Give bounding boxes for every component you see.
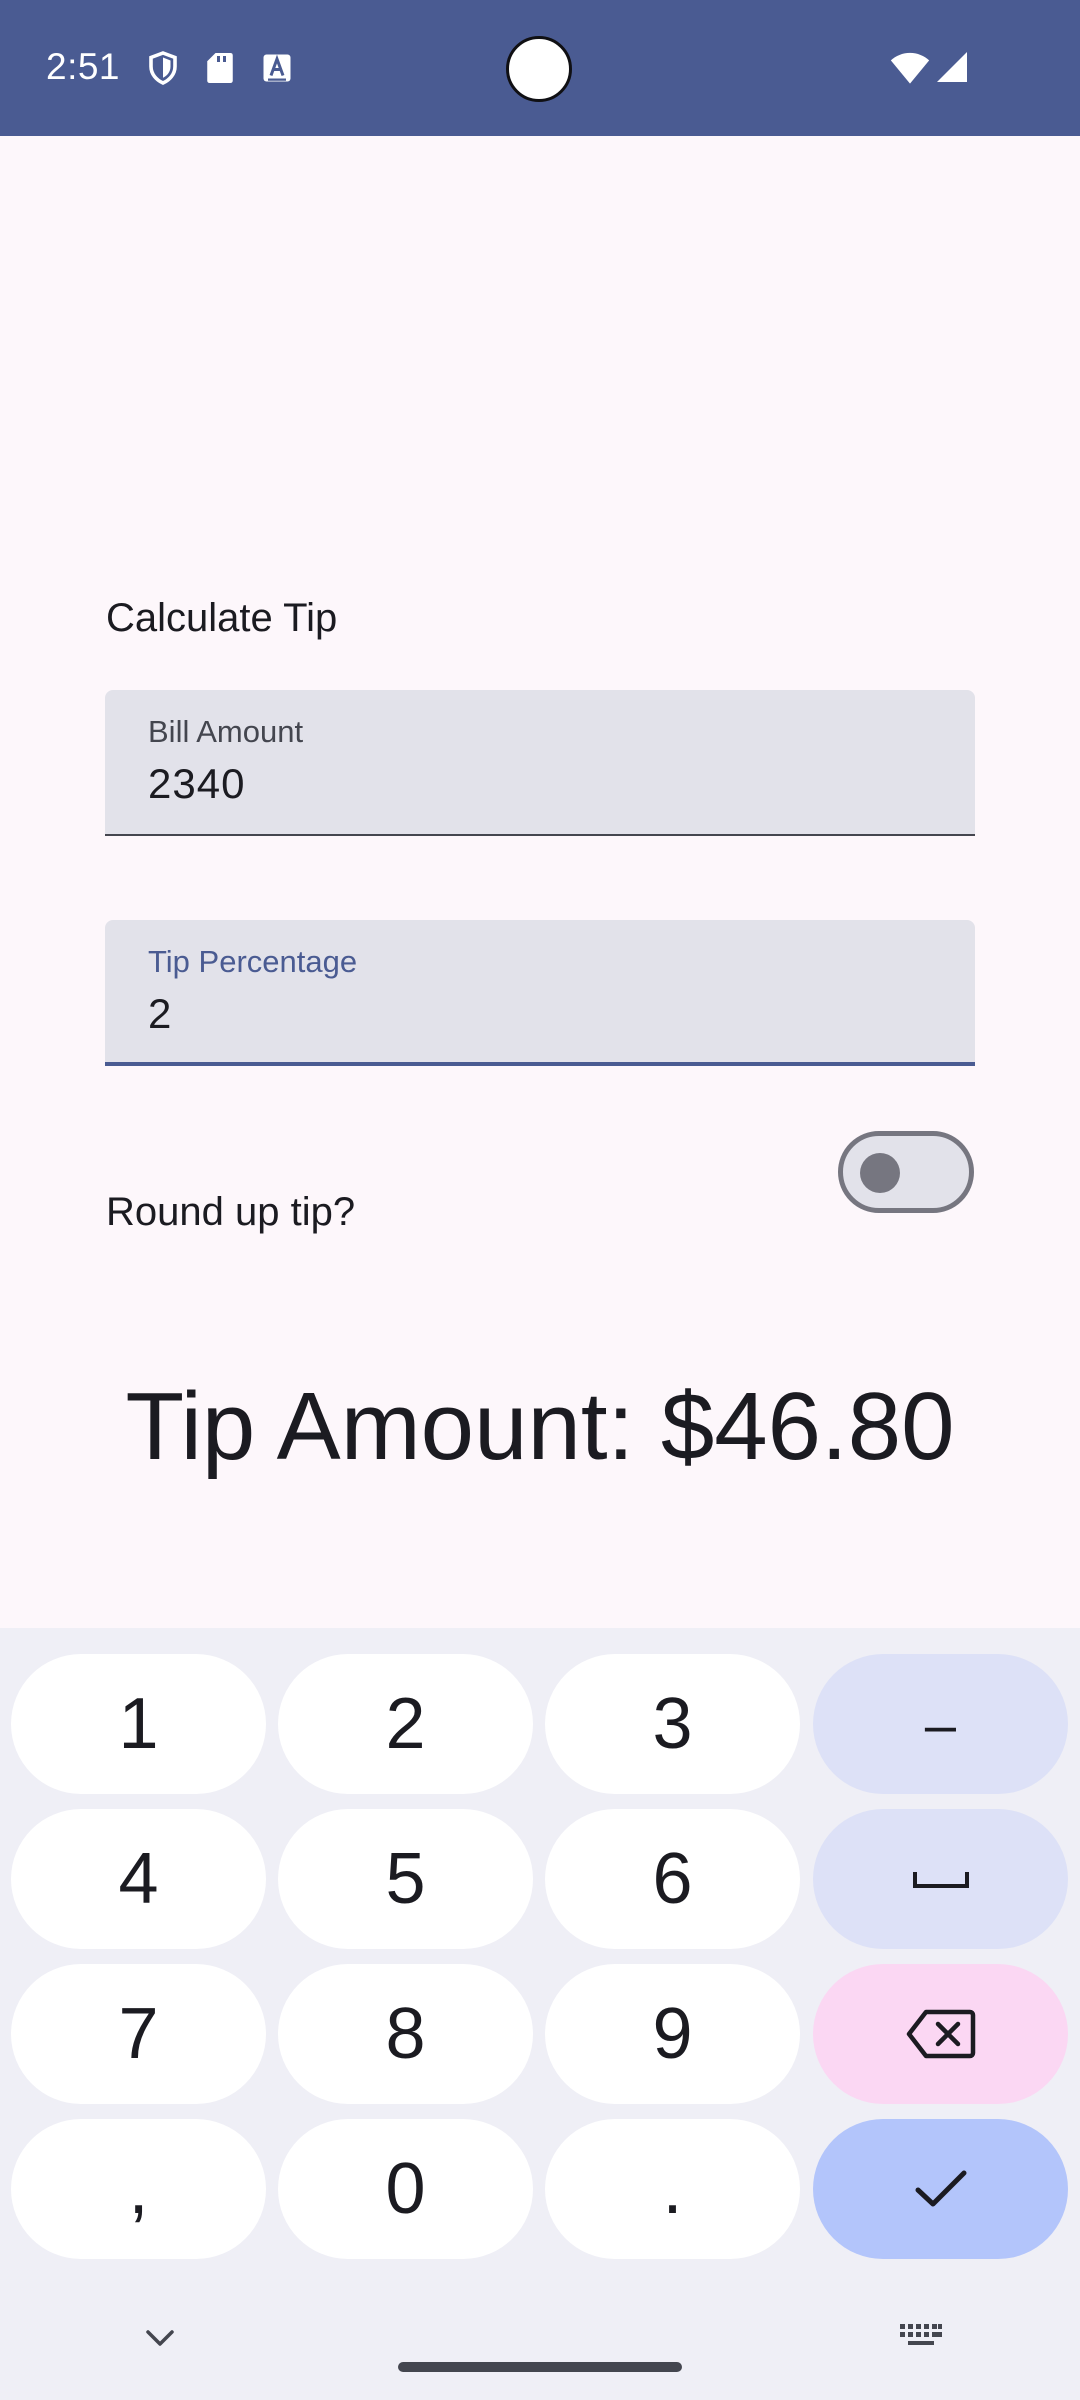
- key-minus-label: –: [924, 1692, 957, 1756]
- home-indicator[interactable]: [398, 2362, 682, 2372]
- status-time: 2:51: [46, 46, 121, 87]
- key-0[interactable]: 0: [278, 2119, 533, 2259]
- key-comma[interactable]: ,: [11, 2119, 266, 2259]
- key-8[interactable]: 8: [278, 1964, 533, 2104]
- key-0-label: 0: [385, 2149, 426, 2229]
- key-5[interactable]: 5: [278, 1809, 533, 1949]
- font-icon: [263, 54, 291, 82]
- key-4-label: 4: [118, 1839, 159, 1919]
- key-7[interactable]: 7: [11, 1964, 266, 2104]
- bill-amount-value: 2340: [148, 760, 246, 807]
- key-2[interactable]: 2: [278, 1654, 533, 1794]
- checkmark-icon: [915, 2170, 966, 2207]
- key-2-label: 2: [385, 1684, 426, 1764]
- backspace-icon: [906, 2009, 975, 2059]
- keyboard-icon[interactable]: [898, 2322, 944, 2352]
- shield-icon: [149, 51, 177, 85]
- tip-percentage-label: Tip Percentage: [148, 944, 358, 979]
- status-bar: 2:51: [0, 0, 1080, 136]
- key-3-label: 3: [652, 1684, 693, 1764]
- tip-percentage-value: 2: [148, 990, 173, 1037]
- key-comma-label: ,: [128, 2149, 149, 2229]
- key-9[interactable]: 9: [545, 1964, 800, 2104]
- key-1[interactable]: 1: [11, 1654, 266, 1794]
- key-space[interactable]: [813, 1809, 1068, 1949]
- key-6-label: 6: [652, 1839, 693, 1919]
- camera-cutout: [506, 36, 572, 102]
- page-title: Calculate Tip: [106, 596, 338, 640]
- tip-percentage-field[interactable]: Tip Percentage 2: [105, 920, 975, 1066]
- key-done[interactable]: [813, 2119, 1068, 2259]
- round-up-label: Round up tip?: [106, 1190, 356, 1234]
- bill-amount-label: Bill Amount: [148, 714, 304, 749]
- key-8-label: 8: [385, 1994, 426, 2074]
- chevron-down-icon[interactable]: [142, 2320, 178, 2356]
- round-up-switch[interactable]: [838, 1131, 974, 1213]
- switch-knob: [860, 1153, 900, 1193]
- key-6[interactable]: 6: [545, 1809, 800, 1949]
- wifi-icon: [890, 52, 930, 84]
- key-7-label: 7: [118, 1994, 159, 2074]
- key-minus[interactable]: –: [813, 1654, 1068, 1794]
- key-9-label: 9: [652, 1994, 693, 2074]
- key-1-label: 1: [118, 1684, 159, 1764]
- key-backspace[interactable]: [813, 1964, 1068, 2104]
- numeric-keyboard: 1 2 3 – 4 5 6 7 8 9 , 0 .: [0, 1628, 1080, 2400]
- sd-card-icon: [207, 53, 233, 83]
- key-5-label: 5: [385, 1839, 426, 1919]
- key-4[interactable]: 4: [11, 1809, 266, 1949]
- key-3[interactable]: 3: [545, 1654, 800, 1794]
- tip-amount-result: Tip Amount: $46.80: [125, 1373, 955, 1480]
- key-period-label: .: [662, 2149, 683, 2229]
- space-icon: [912, 1872, 969, 1888]
- key-period[interactable]: .: [545, 2119, 800, 2259]
- signal-icon: [937, 52, 967, 82]
- bill-amount-field[interactable]: Bill Amount 2340: [105, 690, 975, 836]
